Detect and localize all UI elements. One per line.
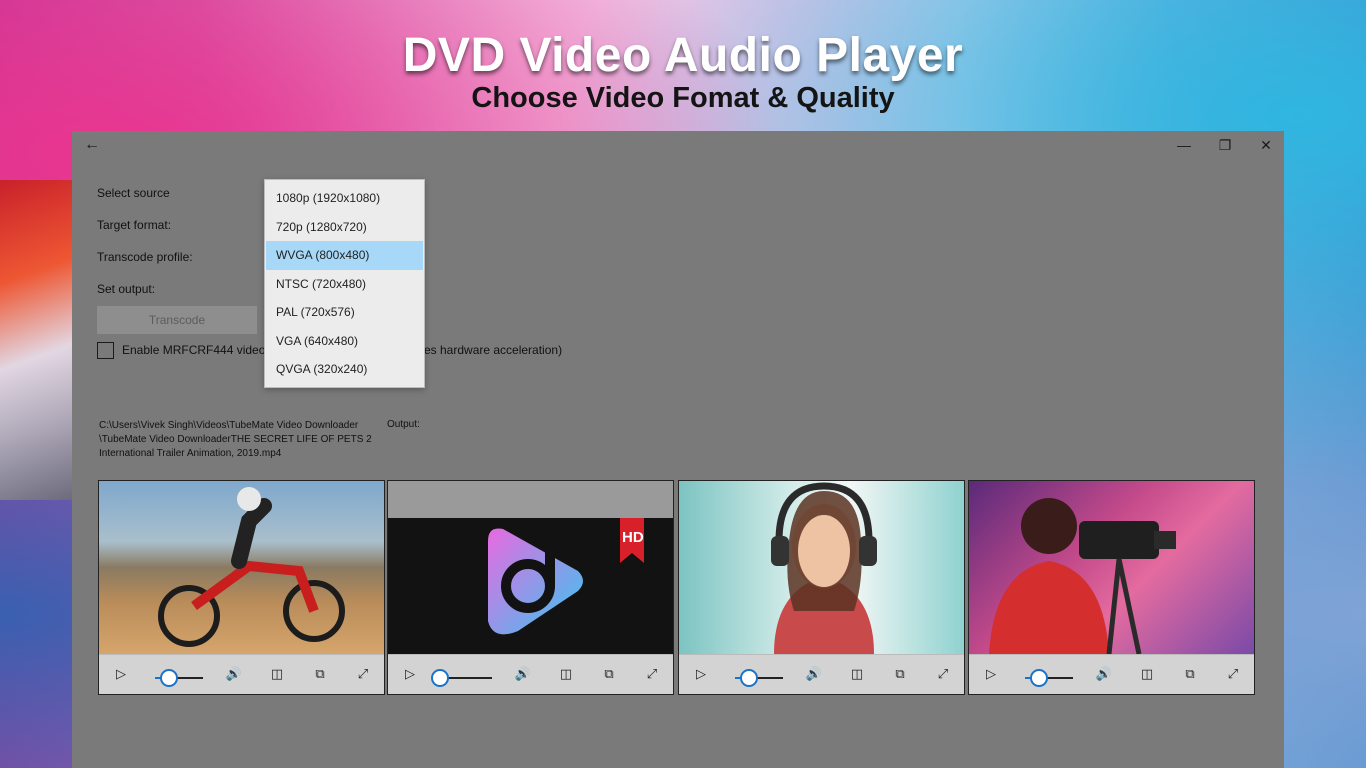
volume-icon[interactable]: 🔊 [1094, 664, 1114, 684]
seek-thumb[interactable] [740, 669, 759, 687]
fullscreen-icon[interactable]: ⤢ [933, 664, 953, 684]
compact-overlay-icon[interactable]: ◫ [267, 664, 287, 684]
player-controls: ▷ 🔊 ◫ ⧉ ⤢ [388, 654, 673, 694]
seek-bar[interactable] [155, 669, 203, 687]
seek-bar[interactable] [431, 669, 492, 687]
dropdown-option[interactable]: PAL (720x576) [266, 298, 423, 327]
video-player-3[interactable]: ▷ 🔊 ◫ ⧉ ⤢ [678, 480, 965, 695]
app-window: ← — ❐ ✕ Select source Target format: Tra… [72, 131, 1284, 768]
play-icon[interactable]: ▷ [111, 664, 131, 684]
hd-badge: HD [622, 529, 644, 546]
volume-icon[interactable]: 🔊 [804, 664, 824, 684]
dropdown-option[interactable]: 1080p (1920x1080) [266, 184, 423, 213]
minimize-icon[interactable]: — [1172, 135, 1196, 155]
select-source-label: Select source [97, 186, 170, 200]
source-path-line: International Trailer Animation, 2019.mp… [99, 448, 282, 459]
play-icon[interactable]: ▷ [691, 664, 711, 684]
dropdown-option[interactable]: QVGA (320x240) [266, 355, 423, 384]
set-output-label: Set output: [97, 282, 156, 296]
cast-icon[interactable]: ⧉ [1180, 664, 1200, 684]
compact-overlay-icon[interactable]: ◫ [847, 664, 867, 684]
seek-thumb[interactable] [431, 669, 449, 687]
back-arrow-icon[interactable]: ← [82, 135, 102, 155]
fullscreen-icon[interactable]: ⤢ [353, 664, 373, 684]
checkbox-label: Enable MRFCRF444 video [122, 343, 266, 357]
checkbox-label-tail: es hardware acceleration) [424, 343, 563, 357]
mrfcrf444-checkbox[interactable] [97, 342, 114, 359]
fullscreen-icon[interactable]: ⤢ [642, 664, 662, 684]
fullscreen-icon[interactable]: ⤢ [1223, 664, 1243, 684]
dropdown-option[interactable]: VGA (640x480) [266, 327, 423, 356]
motocross-thumbnail [99, 481, 384, 654]
target-format-label: Target format: [97, 218, 172, 232]
video-player-4[interactable]: ▷ 🔊 ◫ ⧉ ⤢ [968, 480, 1255, 695]
output-label: Output: [387, 419, 420, 430]
music-logo-thumbnail: HD [388, 481, 673, 654]
source-path-line: \TubeMate Video DownloaderTHE SECRET LIF… [99, 434, 372, 445]
promo-title: DVD Video Audio Player [402, 29, 964, 82]
play-icon[interactable]: ▷ [981, 664, 1001, 684]
woman-headphones-thumbnail [679, 481, 964, 654]
background-car-decoration [0, 180, 72, 500]
cast-icon[interactable]: ⧉ [890, 664, 910, 684]
promo-subtitle: Choose Video Fomat & Quality [471, 82, 895, 114]
video-player-1[interactable]: ▷ 🔊 ◫ ⧉ ⤢ [98, 480, 385, 695]
transcode-button[interactable]: Transcode [97, 306, 257, 334]
seek-bar[interactable] [1025, 669, 1073, 687]
transcode-profile-label: Transcode profile: [97, 250, 193, 264]
dropdown-option[interactable]: NTSC (720x480) [266, 270, 423, 299]
camera-operator-thumbnail [969, 481, 1254, 654]
cast-icon[interactable]: ⧉ [310, 664, 330, 684]
restore-icon[interactable]: ❐ [1213, 135, 1237, 155]
compact-overlay-icon[interactable]: ◫ [556, 664, 576, 684]
dropdown-option[interactable]: 720p (1280x720) [266, 213, 423, 242]
seek-bar[interactable] [735, 669, 783, 687]
cast-icon[interactable]: ⧉ [599, 664, 619, 684]
source-path-text: C:\Users\Vivek Singh\Videos\TubeMate Vid… [99, 419, 389, 461]
volume-icon[interactable]: 🔊 [513, 664, 533, 684]
player-controls: ▷ 🔊 ◫ ⧉ ⤢ [969, 654, 1254, 694]
player-controls: ▷ 🔊 ◫ ⧉ ⤢ [99, 654, 384, 694]
player-controls: ▷ 🔊 ◫ ⧉ ⤢ [679, 654, 964, 694]
title-bar: ← — ❐ ✕ [72, 131, 1284, 161]
transcode-profile-dropdown[interactable]: 1080p (1920x1080) 720p (1280x720) WVGA (… [264, 179, 425, 388]
video-player-2[interactable]: HD ▷ 🔊 ◫ ⧉ ⤢ [387, 480, 674, 695]
play-icon[interactable]: ▷ [400, 664, 420, 684]
dropdown-option[interactable]: WVGA (800x480) [266, 241, 423, 270]
seek-thumb[interactable] [160, 669, 179, 687]
compact-overlay-icon[interactable]: ◫ [1137, 664, 1157, 684]
close-icon[interactable]: ✕ [1254, 135, 1278, 155]
seek-thumb[interactable] [1030, 669, 1049, 687]
source-path-line: C:\Users\Vivek Singh\Videos\TubeMate Vid… [99, 420, 359, 431]
volume-icon[interactable]: 🔊 [224, 664, 244, 684]
